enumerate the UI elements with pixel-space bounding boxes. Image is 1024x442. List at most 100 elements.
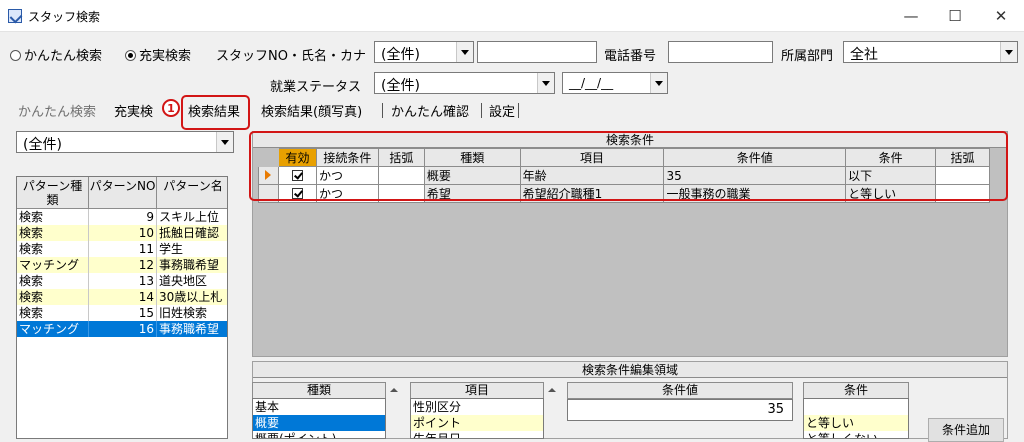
pattern-name-cell: 抵触日確認 xyxy=(157,225,227,241)
title-bar: スタッフ検索 — ☐ ✕ xyxy=(0,0,1024,32)
chevron-down-icon xyxy=(537,73,554,93)
pattern-row[interactable]: 検索 10 抵触日確認 xyxy=(17,225,227,241)
radio-icon xyxy=(10,50,21,61)
pattern-row[interactable]: 検索 14 30歳以上札 xyxy=(17,289,227,305)
radio-selected-icon xyxy=(125,50,136,61)
pattern-no-cell: 12 xyxy=(89,257,157,273)
list-item[interactable]: 基本 xyxy=(253,399,385,415)
pattern-no-cell: 16 xyxy=(89,321,157,337)
pattern-row[interactable]: マッチング 16 事務職希望 xyxy=(17,321,227,337)
pattern-no-cell: 9 xyxy=(89,209,157,225)
pattern-row[interactable]: 検索 13 道央地区 xyxy=(17,273,227,289)
staff-text-input[interactable] xyxy=(477,41,597,63)
tab-divider xyxy=(382,103,383,118)
pattern-combo-value: (全件) xyxy=(23,137,62,153)
value-header: 条件値 xyxy=(567,382,793,399)
pattern-name-cell: 事務職希望 xyxy=(157,257,227,273)
pattern-type-cell: マッチング xyxy=(17,257,89,273)
employment-status-label: 就業ステータス xyxy=(270,80,362,95)
employment-status-combo[interactable]: (全件) xyxy=(374,72,555,94)
pattern-name-cell: 30歳以上札 xyxy=(157,289,227,305)
highlight-tab-results xyxy=(181,95,250,130)
pattern-name-cell: 事務職希望 xyxy=(157,321,227,337)
pattern-type-cell: 検索 xyxy=(17,289,89,305)
pattern-row[interactable]: 検索 9 スキル上位 xyxy=(17,209,227,225)
radio-full-search[interactable]: 充実検索 xyxy=(125,45,191,64)
annotation-badge: 1 xyxy=(162,99,180,117)
pattern-no-cell: 10 xyxy=(89,225,157,241)
pattern-type-cell: 検索 xyxy=(17,209,89,225)
app-icon xyxy=(8,9,22,23)
col-pattern-no[interactable]: パターンNO xyxy=(89,177,157,209)
pattern-filter-combo[interactable]: (全件) xyxy=(16,131,234,153)
phone-input[interactable] xyxy=(668,41,773,63)
cond-list-header: 条件 xyxy=(803,382,909,399)
list-item[interactable]: 性別区分 xyxy=(411,399,543,415)
minimize-button[interactable]: — xyxy=(888,0,934,32)
item-list-header: 項目 xyxy=(410,382,544,399)
pattern-type-cell: 検索 xyxy=(17,225,89,241)
pattern-type-cell: 検索 xyxy=(17,241,89,257)
pattern-no-cell: 11 xyxy=(89,241,157,257)
editor-title: 検索条件編集領域 xyxy=(253,362,1007,378)
list-item[interactable]: ポイント xyxy=(411,415,543,431)
pattern-type-cell: 検索 xyxy=(17,273,89,289)
maximize-button[interactable]: ☐ xyxy=(932,0,978,32)
list-item[interactable]: と等しい xyxy=(804,415,908,431)
tab-divider xyxy=(481,103,482,118)
pattern-row[interactable]: マッチング 12 事務職希望 xyxy=(17,257,227,273)
list-item[interactable]: 概要(ポイント) xyxy=(253,431,385,438)
pattern-row[interactable]: 検索 11 学生 xyxy=(17,241,227,257)
chevron-down-icon xyxy=(216,132,233,152)
tab-simple-confirm[interactable]: かんたん確認 xyxy=(389,101,471,121)
list-item[interactable]: と等しくない xyxy=(804,431,908,438)
radio-simple-label: かんたん検索 xyxy=(24,49,103,64)
close-button[interactable]: ✕ xyxy=(978,0,1024,32)
dept-combo-value: 全社 xyxy=(850,47,878,63)
value-input[interactable]: 35 xyxy=(567,399,793,421)
pattern-no-cell: 14 xyxy=(89,289,157,305)
pattern-name-cell: 旧姓検索 xyxy=(157,305,227,321)
radio-simple-search[interactable]: かんたん検索 xyxy=(10,45,102,64)
list-item[interactable]: 生年月日 xyxy=(411,431,543,438)
chevron-down-icon xyxy=(1000,42,1017,62)
col-pattern-name[interactable]: パターン名 xyxy=(157,177,227,209)
dept-combo[interactable]: 全社 xyxy=(843,41,1018,63)
window-title: スタッフ検索 xyxy=(28,10,101,24)
date-value: __/__/__ xyxy=(569,76,614,90)
tab-divider xyxy=(518,103,519,118)
employment-combo-value: (全件) xyxy=(381,78,420,94)
tab-settings[interactable]: 設定 xyxy=(487,101,517,121)
item-list[interactable]: 性別区分 ポイント 生年月日 xyxy=(410,398,544,439)
tab-simple-search[interactable]: かんたん検索 xyxy=(16,101,98,121)
pattern-name-cell: スキル上位 xyxy=(157,209,227,225)
highlight-conditions xyxy=(249,131,1008,201)
pattern-type-cell: 検索 xyxy=(17,305,89,321)
staff-combo-value: (全件) xyxy=(381,47,420,63)
add-condition-button[interactable]: 条件追加 xyxy=(928,418,1004,442)
radio-full-label: 充実検索 xyxy=(139,49,192,64)
tab-search-results-photo[interactable]: 検索結果(顔写真) xyxy=(259,101,364,121)
chevron-down-icon xyxy=(650,73,667,93)
kind-list[interactable]: 基本 概要 概要(ポイント) xyxy=(252,398,386,439)
cond-list[interactable]: と等しい と等しくない xyxy=(803,398,909,439)
dept-label: 所属部門 xyxy=(781,49,834,64)
pattern-row[interactable]: 検索 15 旧姓検索 xyxy=(17,305,227,321)
staff-filter-combo[interactable]: (全件) xyxy=(374,41,474,63)
pattern-no-cell: 13 xyxy=(89,273,157,289)
list-item[interactable] xyxy=(804,399,908,415)
chevron-down-icon xyxy=(456,42,473,62)
list-item[interactable]: 概要 xyxy=(253,415,385,431)
date-picker[interactable]: __/__/__ xyxy=(562,72,668,94)
pattern-no-cell: 15 xyxy=(89,305,157,321)
kind-list-header: 種類 xyxy=(252,382,386,399)
staff-search-label: スタッフNO・氏名・カナ xyxy=(216,49,366,64)
phone-label: 電話番号 xyxy=(604,49,657,64)
pattern-name-cell: 道央地区 xyxy=(157,273,227,289)
scroll-up-icon[interactable] xyxy=(544,382,561,398)
pattern-type-cell: マッチング xyxy=(17,321,89,337)
col-pattern-type[interactable]: パターン種類 xyxy=(17,177,89,209)
scroll-up-icon[interactable] xyxy=(386,382,403,398)
pattern-list[interactable]: パターン種類 パターンNO パターン名 検索 9 スキル上位 検索 10 抵触日確認 検索 1… xyxy=(16,176,228,439)
pattern-name-cell: 学生 xyxy=(157,241,227,257)
